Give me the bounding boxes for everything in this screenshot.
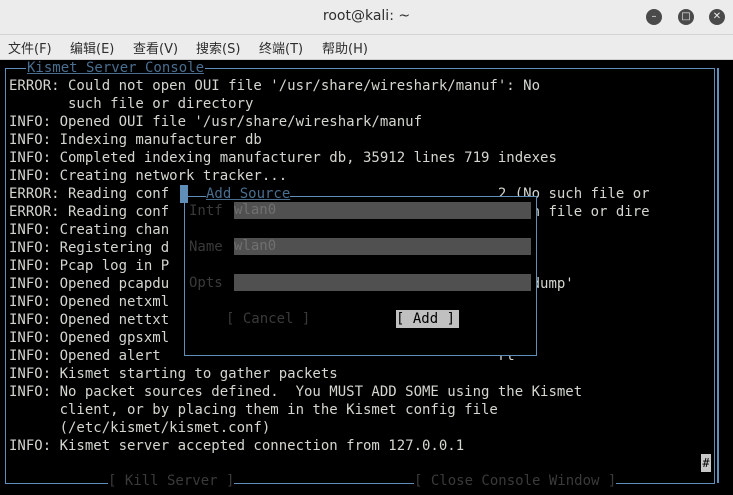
menu-search[interactable]: 搜索(S) — [196, 38, 240, 57]
console-line: INFO: Opened OUI file '/usr/share/wiresh… — [9, 114, 423, 130]
window-title: root@kali: ~ — [322, 8, 411, 24]
text-cursor — [180, 185, 188, 203]
console-line: INFO: Pcap log in P — [9, 258, 170, 274]
console-line: INFO: Kismet server accepted connection … — [9, 438, 465, 454]
minimize-button[interactable]: – — [646, 9, 662, 25]
console-caption: Kismet Server Console — [26, 60, 206, 76]
menu-terminal[interactable]: 终端(T) — [259, 38, 303, 57]
console-line: ERROR: Could not open OUI file '/usr/sha… — [9, 78, 541, 94]
name-label: Name — [189, 239, 223, 255]
scroll-marker: # — [701, 454, 711, 472]
console-line: client, or by placing them in the Kismet… — [9, 402, 498, 418]
console-line: INFO: Creating chan — [9, 222, 170, 238]
console-line: INFO: Registering d — [9, 240, 170, 256]
terminal-area[interactable]: Kismet Server Console ERROR: Could not o… — [0, 60, 733, 495]
menu-help[interactable]: 帮助(H) — [322, 38, 368, 57]
cancel-button[interactable]: [ Cancel ] — [226, 310, 310, 328]
menu-bar: 文件(F) 编辑(E) 查看(V) 搜索(S) 终端(T) 帮助(H) — [0, 35, 733, 60]
opts-label: Opts — [189, 275, 223, 291]
console-line: INFO: Creating network tracker... — [9, 168, 288, 184]
title-bar: root@kali: ~ – □ ✕ — [0, 0, 733, 35]
console-line: INFO: Indexing manufacturer db — [9, 132, 262, 148]
menu-file[interactable]: 文件(F) — [8, 38, 52, 57]
console-line: INFO: Kismet starting to gather packets — [9, 366, 338, 382]
menu-view[interactable]: 查看(V) — [133, 38, 178, 57]
menu-edit[interactable]: 编辑(E) — [70, 38, 114, 57]
console-line: INFO: Completed indexing manufacturer db… — [9, 150, 557, 166]
opts-field[interactable] — [234, 274, 531, 291]
console-line: INFO: No packet sources defined. You MUS… — [9, 384, 583, 400]
kill-server-button[interactable]: [ Kill Server ] — [108, 472, 235, 490]
console-line: such file or directory — [9, 96, 254, 112]
maximize-button[interactable]: □ — [678, 9, 694, 25]
intf-field[interactable]: wlan0 — [234, 202, 531, 219]
add-button[interactable]: [ Add ] — [396, 310, 459, 328]
close-button[interactable]: ✕ — [709, 9, 725, 25]
console-line: (/etc/kismet/kismet.conf) — [9, 420, 271, 436]
console-scrollbar[interactable] — [717, 68, 719, 483]
close-console-button[interactable]: [ Close Console Window ] — [414, 472, 617, 490]
name-field[interactable]: wlan0 — [234, 238, 531, 255]
intf-label: Intf — [189, 203, 223, 219]
dialog-title: Add Source — [206, 185, 291, 203]
